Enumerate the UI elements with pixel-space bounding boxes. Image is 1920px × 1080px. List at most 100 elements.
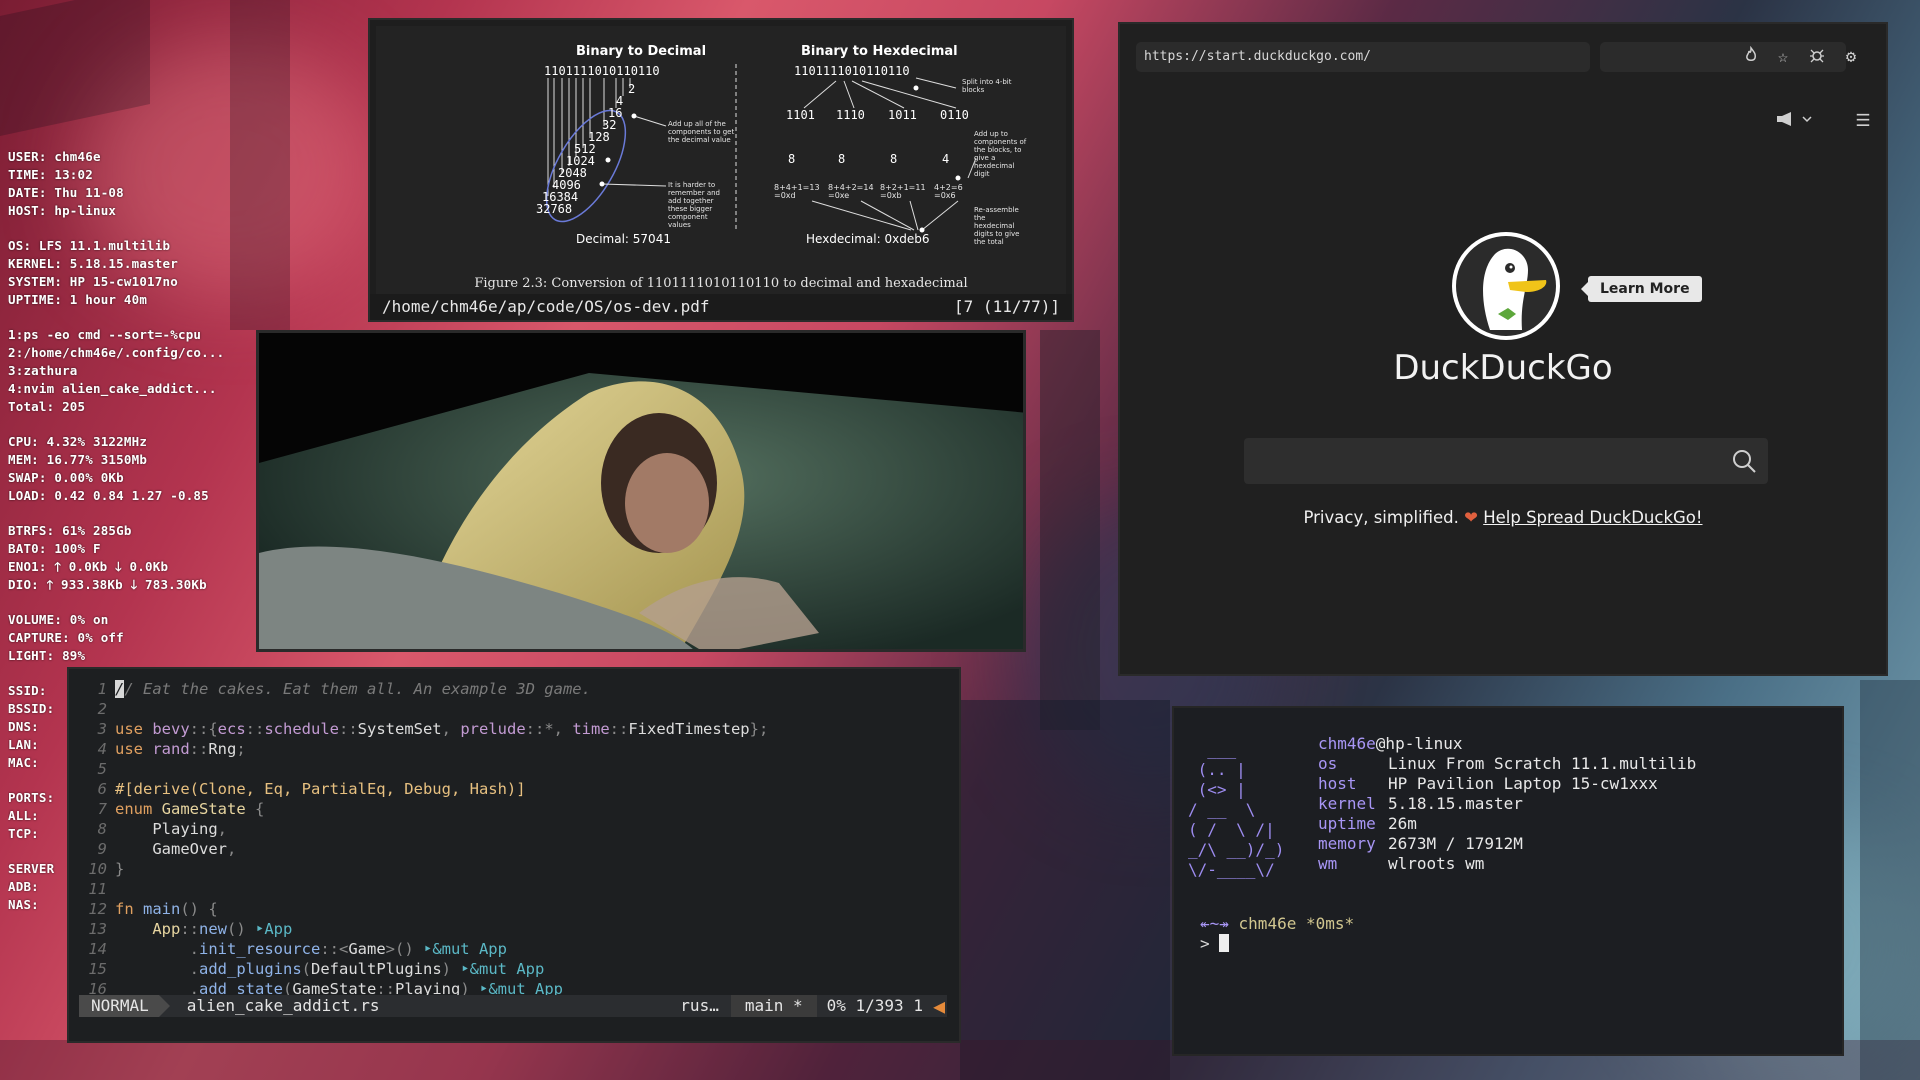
code-text: .add_plugins(DefaultPlugins) ‣&mut App xyxy=(115,959,959,979)
bug-icon[interactable] xyxy=(1806,46,1828,68)
bookmark-star-icon[interactable]: ☆ xyxy=(1772,46,1794,68)
code-line[interactable]: 2 xyxy=(69,699,959,719)
tagline: Privacy, simplified. ❤ Help Spread DuckD… xyxy=(1120,508,1886,527)
settings-gear-icon[interactable]: ⚙ xyxy=(1840,46,1862,68)
fetch-value: Linux From Scratch 11.1.multilib xyxy=(1388,754,1697,773)
figure-caption: Figure 2.3: Conversion of 11011110101101… xyxy=(474,276,968,291)
code-line[interactable]: 4 use rand::Rng; xyxy=(69,739,959,759)
code-token: GameState xyxy=(161,800,255,818)
code-token: init_resource xyxy=(199,940,321,958)
conky-line: HOST: hp-linux xyxy=(8,203,117,218)
code-token: , xyxy=(441,720,461,738)
conky-line: SYSTEM: HP 15-cw1017no xyxy=(8,274,178,289)
nibble-4: 0110 xyxy=(940,108,969,122)
video-frame xyxy=(259,333,1023,649)
conky-line: OS: LFS 11.1.multilib xyxy=(8,238,171,253)
hex-note: Add up to components of the blocks, to g… xyxy=(974,130,1027,178)
hamburger-menu-icon[interactable]: ☰ xyxy=(1852,110,1874,132)
code-token: #[derive(Clone, Eq, PartialEq, Debug, Ha… xyxy=(115,780,526,798)
prompt-time: *0ms* xyxy=(1296,914,1355,933)
code-line[interactable]: 14 .init_resource::<Game>() ‣&mut App xyxy=(69,939,959,959)
cursor-position: 0% 1/393 1 xyxy=(826,996,923,1015)
conky-line: SWAP: 0.00% 0Kb xyxy=(8,470,124,485)
code-line[interactable]: 3 use bevy::{ecs::schedule::SystemSet, pr… xyxy=(69,719,959,739)
code-editor-window[interactable]: 1 // Eat the cakes. Eat them all. An exam… xyxy=(67,667,961,1043)
code-line[interactable]: 8 Playing, xyxy=(69,819,959,839)
pdf-file-path: /home/chm46e/ap/code/OS/os-dev.pdf xyxy=(382,297,710,316)
code-token: ::{ xyxy=(189,720,218,738)
code-text: Playing, xyxy=(115,819,959,839)
fetch-value: HP Pavilion Laptop 15-cw1xxx xyxy=(1388,774,1658,793)
code-token: { xyxy=(255,800,265,818)
fetch-user: chm46e xyxy=(1318,734,1376,753)
pdf-viewer-window[interactable]: Binary to Decimal Binary to Hexdecimal 1… xyxy=(368,18,1074,322)
editor-filename: alien_cake_addict.rs xyxy=(186,996,380,1015)
pdf-statusbar: /home/chm46e/ap/code/OS/os-dev.pdf [7 (1… xyxy=(370,294,1072,320)
code-line[interactable]: 9 GameOver, xyxy=(69,839,959,859)
line-number: 11 xyxy=(88,880,107,898)
code-line[interactable]: 1 // Eat the cakes. Eat them all. An exam… xyxy=(69,679,959,699)
conky-line: UPTIME: 1 hour 40m xyxy=(8,292,148,307)
conky-line: BTRFS: 61% 285Gb xyxy=(8,523,132,538)
line-number: 1 xyxy=(97,680,107,698)
megaphone-dropdown-icon[interactable] xyxy=(1774,110,1816,132)
line-number: 7 xyxy=(97,800,107,818)
terminal-cursor xyxy=(1219,934,1230,952)
url-bar[interactable]: https://start.duckduckgo.com/ xyxy=(1136,42,1590,72)
code-line[interactable]: 12 fn main() { xyxy=(69,899,959,919)
code-token: ::*, xyxy=(525,720,573,738)
hex-result: Hexdecimal: 0xdeb6 xyxy=(806,232,930,246)
reassemble-note: Re-assemble the hexdecimal digits to giv… xyxy=(974,206,1020,246)
code-token: ( xyxy=(301,960,311,978)
conky-line: TIME: 13:02 xyxy=(8,167,93,182)
conky-line: CAPTURE: 0% off xyxy=(8,630,124,645)
code-token: , xyxy=(217,820,227,838)
code-token: :: xyxy=(245,720,265,738)
prompt-char: > xyxy=(1200,934,1220,953)
terminal-window[interactable]: ___ (.. | (<> | / __ \ ( / \ /| _/\ __)/… xyxy=(1172,706,1844,1056)
code-line[interactable]: 10} xyxy=(69,859,959,879)
fire-icon[interactable] xyxy=(1740,45,1762,68)
fetch-key: os xyxy=(1318,754,1338,773)
conky-line: 4:nvim alien_cake_addict... xyxy=(8,381,217,396)
code-token-rest: / Eat the cakes. Eat them all. An exampl… xyxy=(124,680,591,698)
browser-window[interactable]: https://start.duckduckgo.com/ ☆ ⚙ ☰ Lear… xyxy=(1118,22,1888,676)
prompt-user: chm46e xyxy=(1228,914,1297,933)
help-spread-link[interactable]: Help Spread DuckDuckGo! xyxy=(1483,508,1702,527)
nibble-value-4: 4 xyxy=(942,152,950,166)
line-number: 2 xyxy=(97,700,107,718)
code-line[interactable]: 6 #[derive(Clone, Eq, PartialEq, Debug, H… xyxy=(69,779,959,799)
learn-more-button[interactable]: Learn More xyxy=(1581,276,1702,302)
code-token: :: xyxy=(189,740,209,758)
code-line[interactable]: 13 App::new() ‣App xyxy=(69,919,959,939)
editor-buffer[interactable]: 1 // Eat the cakes. Eat them all. An exam… xyxy=(69,679,959,999)
code-line[interactable]: 5 xyxy=(69,759,959,779)
code-line[interactable]: 7 enum GameState { xyxy=(69,799,959,819)
prompt-arrow: ↞~↠ xyxy=(1200,914,1229,933)
code-token: DefaultPlugins xyxy=(311,960,442,978)
code-token: SystemSet xyxy=(357,720,442,738)
fetch-key: uptime xyxy=(1318,814,1376,833)
code-text: // Eat the cakes. Eat them all. An examp… xyxy=(115,679,959,699)
fetch-key: kernel xyxy=(1318,794,1376,813)
code-token: Game xyxy=(348,940,386,958)
line-number: 10 xyxy=(88,860,107,878)
code-token: >() xyxy=(385,940,423,958)
code-token: main xyxy=(143,900,181,918)
conky-line: USER: chm46e xyxy=(8,149,101,164)
conky-line: KERNEL: 5.18.15.master xyxy=(8,256,178,271)
code-line[interactable]: 11 xyxy=(69,879,959,899)
search-icon[interactable] xyxy=(1730,447,1758,475)
code-line[interactable]: 15 .add_plugins(DefaultPlugins) ‣&mut Ap… xyxy=(69,959,959,979)
conky-line: 1:ps -eo cmd --sort=-%cpu xyxy=(8,327,202,342)
duckduckgo-search-input[interactable] xyxy=(1244,438,1768,484)
code-token: ) xyxy=(441,960,461,978)
code-token: :: xyxy=(180,920,199,938)
editor-mode: NORMAL xyxy=(79,995,170,1017)
shell-prompt[interactable]: ↞~↠ chm46e *0ms* > xyxy=(1200,914,1354,954)
sum-3: 8+2+1=11 =0xb xyxy=(880,183,926,200)
video-player-window[interactable] xyxy=(256,330,1026,652)
